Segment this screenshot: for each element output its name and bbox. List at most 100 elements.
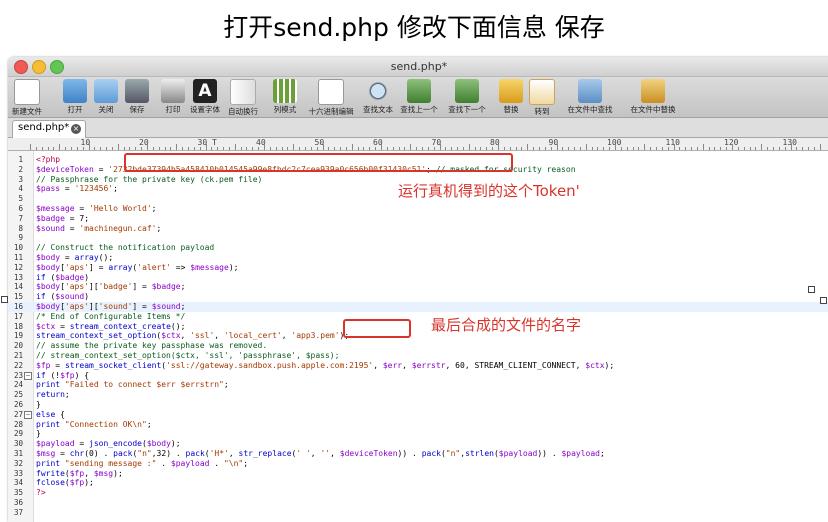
toolbar-button-goto[interactable]: 转到 bbox=[517, 79, 567, 117]
code-line-27[interactable]: 27− else { bbox=[8, 410, 828, 420]
code-text: } bbox=[36, 429, 41, 439]
line-number: 32 bbox=[13, 458, 23, 468]
ruler-tick bbox=[217, 147, 219, 150]
code-line-19[interactable]: 19 stream_context_set_option($ctx, 'ssl',… bbox=[8, 331, 828, 341]
code-text: print "Failed to connect $err $errstrn"; bbox=[36, 380, 229, 390]
ruler-tick bbox=[65, 147, 67, 150]
code-line-33[interactable]: 33 fwrite($fp, $msg); bbox=[8, 469, 828, 479]
fold-toggle-icon[interactable]: − bbox=[24, 371, 32, 380]
code-line-6[interactable]: 6 $message = 'Hello World'; bbox=[8, 204, 828, 214]
toolbar-button-column-mode[interactable]: 列模式 bbox=[260, 79, 310, 115]
ruler-tick bbox=[158, 147, 160, 150]
fold-toggle-icon[interactable]: − bbox=[24, 410, 32, 419]
code-line-34[interactable]: 34 fclose($fp); bbox=[8, 478, 828, 488]
ruler-tick bbox=[685, 147, 687, 150]
ruler-tick bbox=[386, 147, 388, 150]
toolbar-button-label: 十六进制编辑 bbox=[308, 107, 354, 116]
code-line-26[interactable]: 26} bbox=[8, 400, 828, 410]
line-number: 31 bbox=[13, 449, 23, 458]
toolbar-button-replace-in-files[interactable]: 在文件中替换 bbox=[628, 79, 678, 115]
line-number: 2 bbox=[18, 164, 23, 174]
code-line-23[interactable]: 23− if (!$fp) { bbox=[8, 371, 828, 381]
toolbar-button-find-next[interactable]: 查找下一个 bbox=[442, 79, 492, 115]
code-text: else { bbox=[36, 409, 65, 419]
code-line-17[interactable]: 17 /* End of Configurable Items */ bbox=[8, 312, 828, 322]
code-line-10[interactable]: 10 // Construct the notification payload bbox=[8, 243, 828, 253]
line-number: 10 bbox=[13, 243, 23, 253]
code-line-31[interactable]: 31 $msg = chr(0) . pack("n",32) . pack('H… bbox=[8, 449, 828, 459]
line-number: 37 bbox=[13, 507, 23, 517]
code-line-21[interactable]: 21 // stream_context_set_option($ctx, 'ss… bbox=[8, 351, 828, 361]
code-line-36[interactable]: 36 bbox=[8, 498, 828, 508]
ruler-tick bbox=[381, 144, 382, 150]
ruler-tick bbox=[819, 144, 821, 150]
code-line-24[interactable]: 24 print "Failed to connect $err $errstrn… bbox=[8, 380, 828, 390]
selection-handle-right-outer bbox=[820, 297, 827, 304]
toolbar-button-find-previous[interactable]: 查找上一个 bbox=[394, 79, 444, 115]
code-text: $body['aps']['badge'] = $badge; bbox=[36, 282, 186, 292]
ruler-tick bbox=[720, 147, 722, 150]
code-line-9[interactable]: 9 bbox=[8, 233, 828, 243]
find-in-files-icon bbox=[578, 79, 602, 103]
code-text: if ($badge) bbox=[36, 272, 90, 282]
code-line-12[interactable]: 12 $body['aps'] = array('alert' => $messa… bbox=[8, 263, 828, 273]
code-line-30[interactable]: 30 $payload = json_encode($body); bbox=[8, 439, 828, 449]
toolbar-button-hex-edit[interactable]: 十六进制编辑 bbox=[306, 79, 356, 117]
code-line-16[interactable]: 16 $body['aps']['sound'] = $sound; bbox=[8, 302, 828, 312]
code-line-35[interactable]: 35 ?> bbox=[8, 488, 828, 498]
ruler-tick bbox=[527, 144, 529, 150]
code-line-22[interactable]: 22 $fp = stream_socket_client('ssl://gate… bbox=[8, 361, 828, 371]
code-line-11[interactable]: 11 $body = array(); bbox=[8, 253, 828, 263]
ruler-tick bbox=[755, 147, 757, 150]
ruler-tick bbox=[106, 147, 108, 150]
ruler-tick bbox=[152, 147, 154, 150]
ruler-tick bbox=[47, 147, 49, 150]
toolbar-button-label: 在文件中查找 bbox=[567, 105, 613, 114]
line-number: 17 bbox=[13, 311, 23, 321]
code-line-8[interactable]: 8 $sound = 'machinegun.caf'; bbox=[8, 224, 828, 234]
code-line-7[interactable]: 7 $badge = 7; bbox=[8, 214, 828, 224]
code-line-25[interactable]: 25 return; bbox=[8, 390, 828, 400]
ruler-tick bbox=[35, 147, 37, 150]
selection-handle-right bbox=[808, 286, 815, 293]
ruler-tick bbox=[591, 147, 593, 150]
code-line-32[interactable]: 32 print "sending message :" . $payload .… bbox=[8, 459, 828, 469]
code-text: // Construct the notification payload bbox=[36, 243, 215, 253]
code-line-14[interactable]: 14 $body['aps']['badge'] = $badge; bbox=[8, 282, 828, 292]
code-text: // stream_context_set_option($ctx, 'ssl'… bbox=[36, 351, 340, 360]
ruler-tick bbox=[30, 144, 31, 150]
code-editor[interactable]: 1 <?php 2 $deviceToken = '2732bde37394b5a45… bbox=[8, 151, 828, 522]
ruler-tick bbox=[340, 147, 342, 150]
code-text: $pass = '123456'; bbox=[36, 184, 118, 194]
ruler-tick bbox=[351, 144, 353, 150]
ruler-tick bbox=[293, 144, 295, 150]
code-line-15[interactable]: 15 if ($sound) bbox=[8, 292, 828, 302]
toolbar-button-label: 查找上一个 bbox=[400, 105, 438, 114]
ruler-tick bbox=[304, 147, 306, 150]
code-line-13[interactable]: 13 if ($badge) bbox=[8, 273, 828, 283]
selection-handle-left bbox=[1, 296, 8, 303]
line-number: 7 bbox=[18, 213, 23, 223]
line-number: 3 bbox=[18, 174, 23, 184]
code-line-18[interactable]: 18 $ctx = stream_context_create(); bbox=[8, 322, 828, 332]
ruler-tick bbox=[164, 147, 166, 150]
toolbar-button-new-file[interactable]: 新建文件 bbox=[8, 79, 52, 117]
ruler-tick bbox=[205, 144, 207, 150]
code-line-37[interactable]: 37 bbox=[8, 508, 828, 518]
ruler-tick bbox=[661, 147, 663, 150]
tab-close-icon[interactable]: × bbox=[71, 124, 81, 134]
toolbar-button-find-in-files[interactable]: 在文件中查找 bbox=[565, 79, 615, 115]
ruler-tick bbox=[299, 147, 301, 150]
ruler-tick bbox=[498, 144, 499, 150]
code-line-29[interactable]: 29} bbox=[8, 429, 828, 439]
ruler-tick bbox=[316, 147, 318, 150]
ruler-tick bbox=[59, 144, 61, 150]
find-previous-icon bbox=[407, 79, 431, 103]
code-text: ?> bbox=[36, 488, 46, 498]
code-line-20[interactable]: 20 // assume the private key passphase wa… bbox=[8, 341, 828, 351]
ruler-tick bbox=[129, 147, 131, 150]
code-line-28[interactable]: 28 print "Connection OK\n"; bbox=[8, 420, 828, 430]
tab-send-php[interactable]: send.php* × bbox=[12, 120, 86, 138]
find-next-icon bbox=[455, 79, 479, 103]
ruler-tick bbox=[632, 147, 634, 150]
